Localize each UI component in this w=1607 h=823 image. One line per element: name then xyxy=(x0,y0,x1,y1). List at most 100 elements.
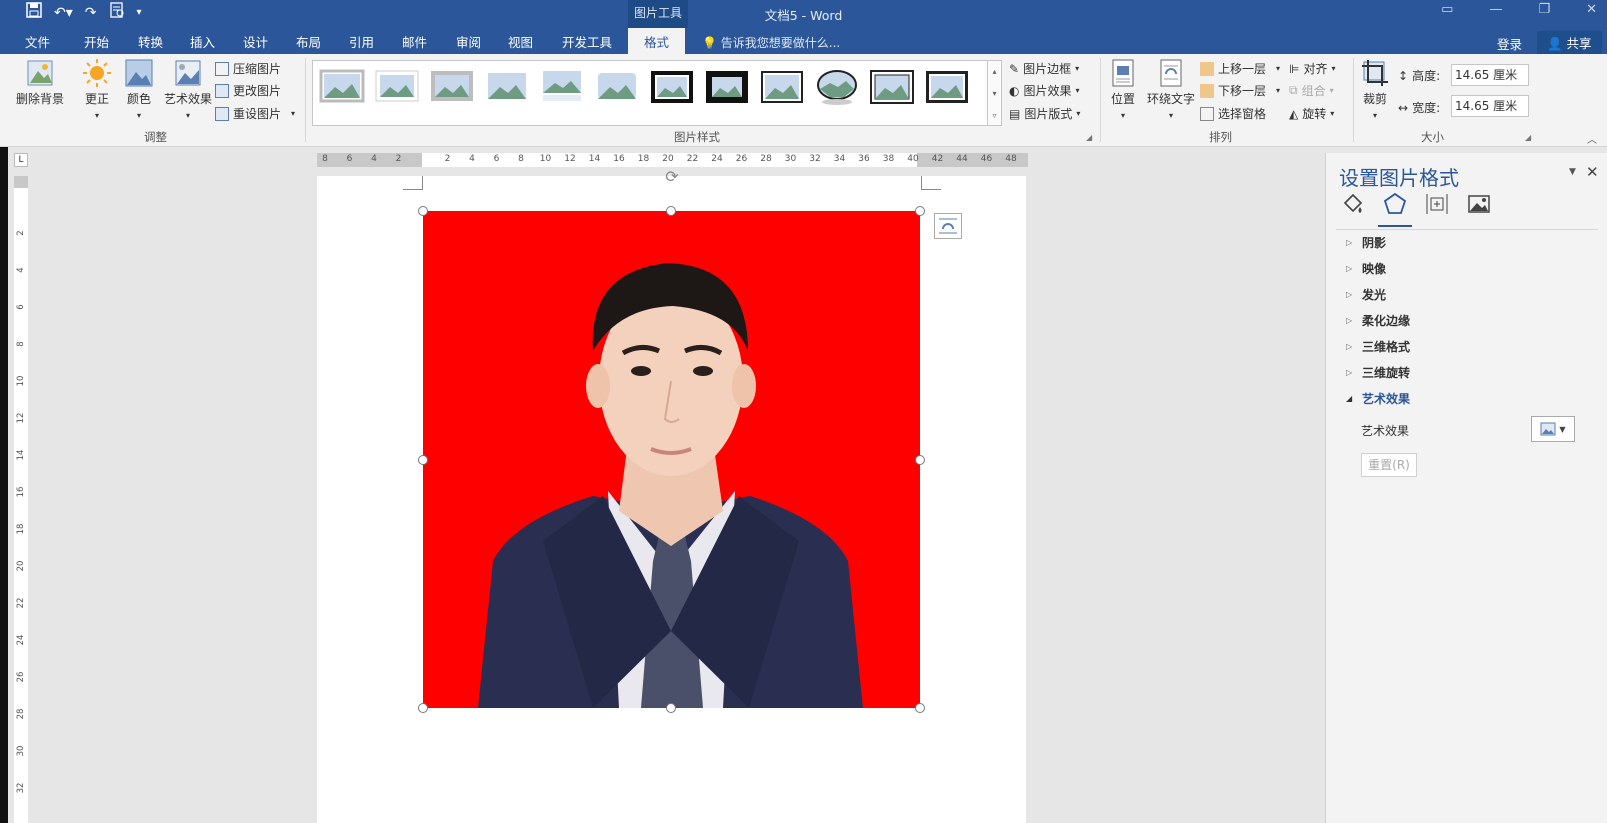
reset-picture-icon xyxy=(215,106,229,121)
picture-effects-button[interactable]: ◐ 图片效果 ▾ xyxy=(1009,82,1080,99)
section-3d-rotation[interactable]: ▷ 三维旋转 xyxy=(1346,364,1410,381)
picture-styles-gallery[interactable] xyxy=(312,60,988,126)
tab-convert[interactable]: 转换 xyxy=(138,32,163,51)
customize-qat-icon[interactable]: ▾ xyxy=(137,2,142,24)
login-link[interactable]: 登录 xyxy=(1497,34,1522,53)
tab-view[interactable]: 视图 xyxy=(508,32,533,51)
artistic-effects-button[interactable]: 艺术效果 ▾ xyxy=(160,58,216,121)
tell-me-search[interactable]: 💡 告诉我您想要做什么... xyxy=(702,34,840,51)
section-soft-edges[interactable]: ▷ 柔化边缘 xyxy=(1346,312,1410,329)
tab-mailings[interactable]: 邮件 xyxy=(402,32,427,51)
selection-pane-button[interactable]: 选择窗格 xyxy=(1200,105,1266,122)
tab-format[interactable]: 格式 xyxy=(628,28,686,54)
layout-options-button[interactable] xyxy=(934,213,962,239)
style-thumb-bevel-black[interactable] xyxy=(924,69,970,105)
vertical-ruler[interactable]: 2 4 6 8 10 12 14 16 18 20 22 24 26 28 30 32 xyxy=(14,176,28,823)
crop-button[interactable]: 裁剪 ▾ xyxy=(1358,58,1392,121)
style-thumb-simple-frame[interactable] xyxy=(319,69,365,105)
section-shadow[interactable]: ▷ 阴影 xyxy=(1346,234,1386,251)
effects-pentagon-icon[interactable] xyxy=(1378,191,1412,227)
tab-developer[interactable]: 开发工具 xyxy=(562,32,612,51)
remove-background-button[interactable]: 删除背景 xyxy=(12,58,68,107)
close-icon[interactable]: ✕ xyxy=(1586,2,1597,17)
style-thumb-white-frame[interactable] xyxy=(374,69,420,105)
tab-review[interactable]: 审阅 xyxy=(456,32,481,51)
position-label: 位置 xyxy=(1110,92,1135,106)
picture-layout-button[interactable]: ▤ 图片版式 ▾ xyxy=(1009,105,1080,122)
resize-handle-bottom[interactable] xyxy=(666,703,676,713)
remove-background-label: 删除背景 xyxy=(15,92,64,106)
pane-close-icon[interactable]: ✕ xyxy=(1586,163,1599,181)
share-button[interactable]: 👤 共享 xyxy=(1537,31,1602,54)
tab-design[interactable]: 设计 xyxy=(243,32,268,51)
section-3d-format[interactable]: ▷ 三维格式 xyxy=(1346,338,1410,355)
resize-handle-bottom-left[interactable] xyxy=(418,703,428,713)
position-button[interactable]: 位置 ▾ xyxy=(1106,58,1140,121)
reset-picture-button[interactable]: 重设图片 ▾ xyxy=(215,105,295,122)
style-thumb-thick-black[interactable] xyxy=(649,69,695,105)
resize-handle-left[interactable] xyxy=(418,455,428,465)
tab-selector[interactable]: L xyxy=(14,153,28,167)
section-artistic-effects[interactable]: ◢ 艺术效果 xyxy=(1346,390,1410,407)
rotate-button[interactable]: ◭ 旋转 ▾ xyxy=(1289,105,1334,122)
tab-layout[interactable]: 布局 xyxy=(296,32,321,51)
tab-references[interactable]: 引用 xyxy=(349,32,374,51)
save-icon[interactable] xyxy=(26,1,42,25)
style-thumb-double-frame[interactable] xyxy=(869,69,915,105)
style-thumb-oval[interactable] xyxy=(814,69,860,105)
corrections-button[interactable]: 更正 ▾ xyxy=(80,58,114,121)
print-preview-icon[interactable] xyxy=(109,1,125,25)
format-picture-pane: 设置图片格式 ▼ ✕ ▷ 阴影 ▷ 映像 ▷ 发光 ▷ 柔化边缘 ▷ 三维格式 ▷ 三维旋转… xyxy=(1325,153,1607,823)
send-backward-button[interactable]: 下移一层 ▾ xyxy=(1200,82,1280,99)
style-thumb-black-thin[interactable] xyxy=(759,69,805,105)
fill-line-icon[interactable] xyxy=(1340,191,1366,217)
pane-options-icon[interactable]: ▼ xyxy=(1569,167,1576,177)
resize-handle-top[interactable] xyxy=(666,206,676,216)
collapse-ribbon-icon[interactable]: ︿ xyxy=(1587,131,1597,146)
size-properties-icon[interactable] xyxy=(1424,191,1450,217)
size-dialog-launcher-icon[interactable]: ◢ xyxy=(1525,133,1531,142)
ruler-tick: 12 xyxy=(564,154,576,164)
picture-layout-label: 图片版式 xyxy=(1024,107,1073,121)
compress-pictures-button[interactable]: 压缩图片 xyxy=(215,60,281,77)
section-reflection[interactable]: ▷ 映像 xyxy=(1346,260,1386,277)
ribbon-display-icon[interactable]: ▭ xyxy=(1441,2,1453,17)
minimize-icon[interactable]: — xyxy=(1489,2,1502,17)
reset-button[interactable]: 重置(R) xyxy=(1361,453,1417,477)
picture-border-label: 图片边框 xyxy=(1023,62,1072,76)
selected-picture[interactable] xyxy=(423,211,920,708)
horizontal-ruler[interactable]: 8 6 4 2 2 4 6 8 10 12 14 16 18 20 22 24 26 28 30 32 34 36 38 40… xyxy=(317,153,1028,167)
color-button[interactable]: 颜色 ▾ xyxy=(122,58,156,121)
picture-border-button[interactable]: ✎ 图片边框 ▾ xyxy=(1009,60,1079,77)
section-glow[interactable]: ▷ 发光 xyxy=(1346,286,1386,303)
reset-dropdown-icon[interactable]: ▾ xyxy=(291,109,295,118)
change-picture-button[interactable]: 更改图片 xyxy=(215,82,281,99)
restore-icon[interactable]: ❐ xyxy=(1538,2,1550,17)
resize-handle-right[interactable] xyxy=(915,455,925,465)
undo-icon[interactable]: ↶▾ xyxy=(54,2,73,24)
align-button[interactable]: ⊫ 对齐 ▾ xyxy=(1289,60,1335,77)
resize-handle-top-left[interactable] xyxy=(418,206,428,216)
wrap-text-button[interactable]: 环绕文字 ▾ xyxy=(1144,58,1198,121)
artistic-effect-dropdown[interactable]: ▼ xyxy=(1531,416,1575,442)
tab-insert[interactable]: 插入 xyxy=(190,32,215,51)
gallery-scroll[interactable]: ▴ ▾ ▿ xyxy=(988,60,1002,126)
bring-forward-button[interactable]: 上移一层 ▾ xyxy=(1200,60,1280,77)
tab-file[interactable]: 文件 xyxy=(25,32,50,51)
styles-dialog-launcher-icon[interactable]: ◢ xyxy=(1086,133,1092,142)
style-thumb-black-matte[interactable] xyxy=(704,69,750,105)
style-thumb-soft-edge[interactable] xyxy=(484,69,530,105)
style-thumb-grey-shadow[interactable] xyxy=(429,69,475,105)
style-thumb-reflected[interactable] xyxy=(539,69,585,105)
resize-handle-bottom-right[interactable] xyxy=(915,703,925,713)
height-input[interactable]: 14.65 厘米 xyxy=(1451,64,1529,86)
picture-icon[interactable] xyxy=(1466,191,1492,217)
tab-home[interactable]: 开始 xyxy=(84,32,109,51)
style-thumb-soft-oval[interactable] xyxy=(594,69,640,105)
rotate-handle-icon[interactable]: ⟳ xyxy=(662,169,682,186)
resize-handle-top-right[interactable] xyxy=(915,206,925,216)
width-input[interactable]: 14.65 厘米 xyxy=(1451,95,1529,117)
redo-icon[interactable]: ↷ xyxy=(85,2,97,24)
artistic-effects-icon xyxy=(175,60,201,86)
group-button[interactable]: ⧉ 组合 ▾ xyxy=(1289,82,1334,99)
